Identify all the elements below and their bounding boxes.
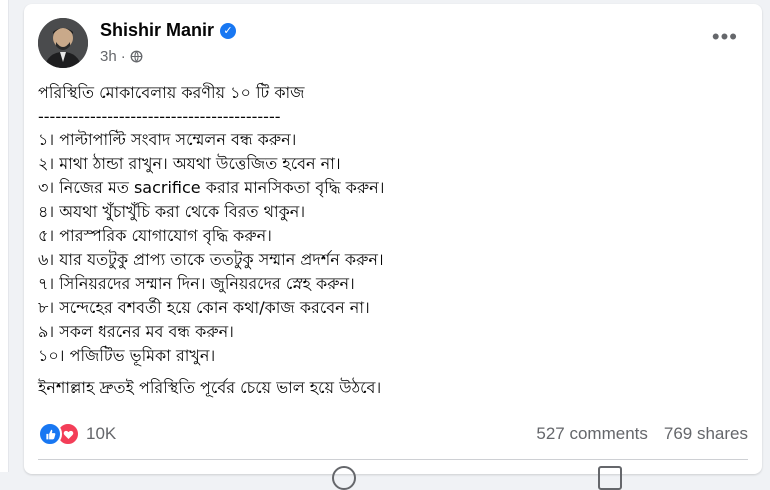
- list-item: ১। পাল্টাপাল্টি সংবাদ সম্মেলন বন্ধ করুন।: [38, 130, 297, 149]
- post-title: পরিস্থিতি মোকাবেলায় করণীয় ১০ টি কাজ: [38, 83, 305, 102]
- actions-divider: [38, 459, 748, 460]
- reaction-count: 10K: [86, 424, 117, 443]
- reactions-summary[interactable]: 10K: [38, 422, 116, 446]
- share-icon[interactable]: [598, 466, 622, 490]
- post-stats: 527 comments 769 shares: [536, 424, 748, 444]
- verified-badge-icon: ✓: [220, 22, 237, 39]
- post-time[interactable]: 3h: [100, 48, 117, 65]
- list-item: ৫। পারস্পরিক যোগাযোগ বৃদ্ধি করুন।: [38, 226, 272, 245]
- list-item: ২। মাথা ঠান্ডা রাখুন। অযথা উত্তেজিত হবেন…: [38, 154, 341, 173]
- list-item: ৪। অযথা খুঁচাখুঁচি করা থেকে বিরত থাকুন।: [38, 202, 306, 221]
- post-closing: ইনশাল্লাহ দ্রুতই পরিস্থিতি পূর্বের চেয়ে…: [38, 378, 382, 397]
- like-icon: [38, 422, 62, 446]
- more-options-icon[interactable]: •••: [712, 26, 738, 48]
- globe-icon: [130, 50, 143, 63]
- author-name[interactable]: Shishir Manir: [100, 20, 214, 41]
- post-meta: 3h ·: [100, 48, 143, 65]
- separator-line: ----------------------------------------…: [38, 107, 281, 126]
- avatar[interactable]: [38, 18, 88, 68]
- post-card: Shishir Manir ✓ 3h · ••• পরিস্থিতি মোকাব…: [24, 4, 762, 490]
- post-text: পরিস্থিতি মোকাবেলায় করণীয় ১০ টি কাজ --…: [38, 80, 738, 400]
- shares-count[interactable]: 769 shares: [664, 424, 748, 444]
- comments-count[interactable]: 527 comments: [536, 424, 648, 444]
- list-item: ১০। পজিটিভ ভূমিকা রাখুন।: [38, 346, 216, 365]
- list-item: ৬। যার যতটুকু প্রাপ্য তাকে ততটুকু সম্মান…: [38, 250, 384, 269]
- list-item: ৯। সকল ধরনের মব বন্ধ করুন।: [38, 322, 234, 341]
- list-item: ৮। সন্দেহের বশবর্তী হয়ে কোন কথা/কাজ করব…: [38, 298, 370, 317]
- comment-icon[interactable]: [332, 466, 356, 490]
- post-author: Shishir Manir ✓: [100, 20, 237, 41]
- list-item: ৩। নিজের মত sacrifice করার মানসিকতা বৃদ্…: [38, 178, 385, 197]
- left-panel-edge: [0, 0, 9, 472]
- list-item: ৭। সিনিয়রদের সম্মান দিন। জুনিয়রদের স্ন…: [38, 274, 355, 293]
